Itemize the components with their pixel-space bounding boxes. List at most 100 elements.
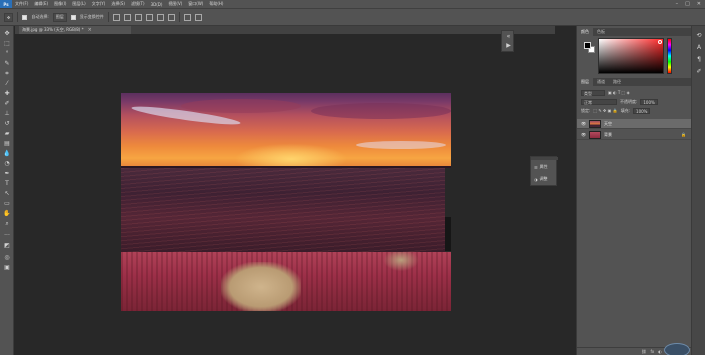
options-bar: ✥ 自动选择: 图层 显示变换控件: [0, 8, 705, 26]
layer-filter-row: 类型 ▣ ◐ T ⬚ ◈: [581, 89, 630, 96]
lock-icons[interactable]: ⬚ ✎ ✥ ▣ 🔒: [593, 108, 617, 113]
adjustments-panel-button[interactable]: ◑ 调整: [534, 175, 548, 183]
brush-settings-icon[interactable]: ✐: [695, 68, 703, 76]
history-icon[interactable]: ⟲: [695, 32, 703, 40]
floating-panel-group: ☰ 属性 ◑ 调整: [530, 156, 558, 186]
align-bottom-icon[interactable]: [167, 13, 175, 21]
menu-type[interactable]: 文字(Y): [89, 1, 109, 7]
layer-row-background[interactable]: 👁 背景 🔒: [577, 130, 692, 140]
opacity-input[interactable]: 100%: [640, 98, 658, 105]
maximize-button[interactable]: □: [685, 1, 690, 7]
tools-panel: ✥ ⬚ ᐤ ✎ ⌗ ⁄ ✚ ✐ ⊥ ↺ ▰ ▤ 💧 ◔ ✒ T ↖ ▭ ✋ ⌕ …: [0, 26, 14, 355]
eyedropper-tool-icon[interactable]: ⁄: [3, 80, 11, 87]
zoom-tool-icon[interactable]: ⌕: [3, 220, 11, 227]
blend-opacity-row: 正常 不透明度: 100%: [581, 98, 658, 105]
align-center-icon[interactable]: [123, 13, 131, 21]
add-mask-icon[interactable]: ◐: [658, 349, 662, 354]
filter-icons[interactable]: ▣ ◐ T ⬚ ◈: [608, 90, 630, 95]
color-picker-handle[interactable]: [658, 40, 662, 44]
align-left-icon[interactable]: [112, 13, 120, 21]
foreground-background-swatch-icon[interactable]: ◩: [3, 242, 11, 249]
align-top-icon[interactable]: [145, 13, 153, 21]
menu-3d[interactable]: 3D(D): [148, 2, 166, 7]
3d-mode-icon[interactable]: [194, 13, 202, 21]
color-picker-field[interactable]: [598, 38, 664, 74]
blur-tool-icon[interactable]: 💧: [3, 150, 11, 157]
tab-swatches[interactable]: 色板: [593, 28, 609, 36]
type-tool-icon[interactable]: T: [3, 180, 11, 187]
sandy-path: [221, 262, 301, 311]
menu-window[interactable]: 窗口(W): [185, 1, 206, 7]
quick-select-tool-icon[interactable]: ✎: [3, 60, 11, 67]
sea-layer: [121, 168, 445, 252]
link-layers-icon[interactable]: ⛓: [641, 349, 646, 354]
move-tool-icon[interactable]: ✥: [3, 30, 11, 37]
eraser-tool-icon[interactable]: ▰: [3, 130, 11, 137]
menu-file[interactable]: 文件(F): [12, 1, 31, 7]
properties-panel-button[interactable]: ☰ 属性: [534, 163, 548, 171]
collapsed-panel-strip: « ▶: [501, 30, 514, 52]
menu-select[interactable]: 选择(S): [108, 1, 128, 7]
align-middle-icon[interactable]: [156, 13, 164, 21]
marquee-tool-icon[interactable]: ⬚: [3, 40, 11, 47]
crop-tool-icon[interactable]: ⌗: [3, 70, 11, 77]
clone-stamp-tool-icon[interactable]: ⊥: [3, 110, 11, 117]
menu-layer[interactable]: 图层(L): [69, 1, 88, 7]
menu-bar: Ps 文件(F) 编辑(E) 图像(I) 图层(L) 文字(Y) 选择(S) 滤…: [0, 0, 705, 8]
move-tool-preset-icon[interactable]: ✥: [4, 12, 14, 22]
panel-grip[interactable]: [531, 157, 558, 160]
more-tools-icon[interactable]: ···: [3, 232, 11, 239]
fill-input[interactable]: 100%: [633, 107, 651, 114]
menu-image[interactable]: 图像(I): [51, 1, 69, 7]
play-icon[interactable]: ▶: [505, 42, 512, 49]
distribute-icon[interactable]: [183, 13, 191, 21]
screen-mode-icon[interactable]: ▣: [3, 264, 11, 271]
layer-name[interactable]: 背景: [604, 132, 612, 138]
visibility-eye-icon[interactable]: 👁: [581, 132, 586, 137]
close-button[interactable]: ✕: [697, 1, 701, 7]
layer-row-sky[interactable]: 👁 天空: [577, 119, 692, 129]
menu-view[interactable]: 视图(V): [165, 1, 185, 7]
tab-color[interactable]: 颜色: [577, 28, 593, 36]
visibility-eye-icon[interactable]: 👁: [581, 121, 586, 126]
history-brush-tool-icon[interactable]: ↺: [3, 120, 11, 127]
cloud-shape: [311, 103, 451, 119]
tab-layers[interactable]: 图层: [577, 78, 593, 86]
layer-name[interactable]: 天空: [604, 121, 612, 127]
quick-mask-icon[interactable]: ◎: [3, 254, 11, 261]
tab-paths[interactable]: 路径: [609, 78, 625, 86]
document-tab[interactable]: 海景.jpg @ 33% (天空, RGB/8) * ×: [19, 26, 131, 34]
dodge-tool-icon[interactable]: ◔: [3, 160, 11, 167]
opacity-label: 不透明度:: [620, 98, 638, 104]
tab-channels[interactable]: 通道: [593, 78, 609, 86]
show-transform-checkbox[interactable]: [70, 14, 76, 20]
lasso-tool-icon[interactable]: ᐤ: [3, 50, 11, 57]
foreground-color-swatch[interactable]: [584, 42, 591, 49]
adjustments-label: 调整: [539, 176, 548, 181]
menu-filter[interactable]: 滤镜(T): [128, 1, 148, 7]
adjustments-icon: ◑: [534, 176, 538, 182]
collapse-arrows-icon[interactable]: «: [505, 33, 512, 40]
minimize-button[interactable]: –: [676, 1, 679, 7]
document-image[interactable]: [121, 93, 451, 311]
hand-tool-icon[interactable]: ✋: [3, 210, 11, 217]
add-layer-style-icon[interactable]: fx: [651, 349, 655, 354]
brush-tool-icon[interactable]: ✐: [3, 100, 11, 107]
document-tab-title: 海景.jpg @ 33% (天空, RGB/8) *: [22, 27, 84, 32]
auto-select-target-dropdown[interactable]: 图层: [52, 12, 67, 22]
menu-edit[interactable]: 编辑(E): [31, 1, 51, 7]
hue-slider[interactable]: [667, 38, 672, 74]
align-right-icon[interactable]: [134, 13, 142, 21]
auto-select-checkbox[interactable]: [22, 14, 28, 20]
layer-kind-filter[interactable]: 类型: [581, 89, 605, 96]
rectangle-tool-icon[interactable]: ▭: [3, 200, 11, 207]
pen-tool-icon[interactable]: ✒: [3, 170, 11, 177]
blend-mode-dropdown[interactable]: 正常: [581, 98, 617, 105]
healing-brush-tool-icon[interactable]: ✚: [3, 90, 11, 97]
gradient-tool-icon[interactable]: ▤: [3, 140, 11, 147]
paragraph-icon[interactable]: ¶: [695, 56, 703, 64]
character-icon[interactable]: A: [695, 44, 703, 52]
menu-help[interactable]: 帮助(H): [206, 1, 226, 7]
path-selection-tool-icon[interactable]: ↖: [3, 190, 11, 197]
close-tab-icon[interactable]: ×: [88, 27, 92, 33]
